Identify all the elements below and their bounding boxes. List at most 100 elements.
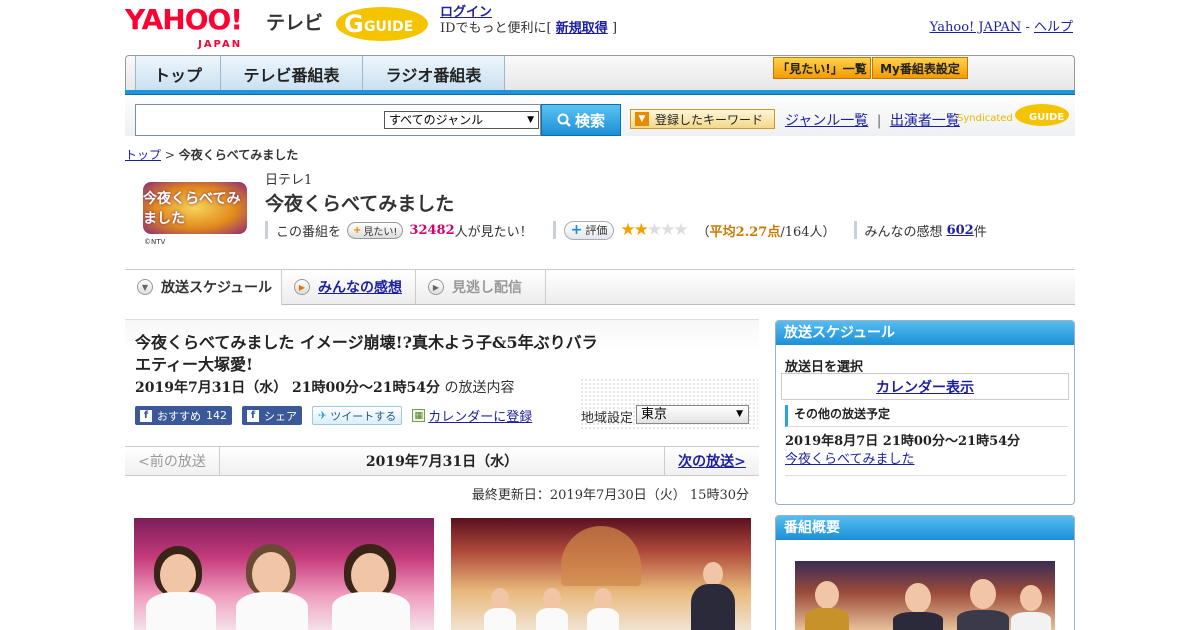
g-guide-logo[interactable]: G GUIDE bbox=[334, 4, 430, 42]
dropdown-arrow-icon: ▼ bbox=[527, 115, 534, 125]
breadcrumb-separator: > bbox=[164, 148, 175, 162]
login-link[interactable]: ログイン bbox=[440, 5, 492, 20]
photo-figure bbox=[691, 584, 735, 630]
dropdown-arrow-icon: ▼ bbox=[736, 409, 743, 419]
star-filled-icon: ★ bbox=[620, 220, 635, 240]
dropdown-triangle-icon: ▼ bbox=[635, 112, 649, 126]
evaluate-button[interactable]: + 評価 bbox=[563, 220, 615, 240]
header-separator: - bbox=[1025, 20, 1030, 35]
yahoo-japan-logo[interactable]: YAHOO! JAPAN bbox=[125, 6, 243, 59]
region-select[interactable]: 東京 ▼ bbox=[636, 405, 749, 424]
facebook-share-label: シェア bbox=[264, 409, 297, 423]
facebook-icon: f bbox=[247, 409, 259, 422]
nav-tab-tv-schedule[interactable]: テレビ番組表 bbox=[221, 56, 363, 91]
program-summary-photo bbox=[795, 561, 1055, 630]
sidebar-schedule-header: 放送スケジュール bbox=[776, 321, 1074, 345]
program-subtabs: ▼ 放送スケジュール ▶ みんなの感想 ▶ 見逃し配信 bbox=[125, 269, 1075, 306]
facebook-share-button[interactable]: f シェア bbox=[242, 406, 302, 425]
calendar-view-container: カレンダー表示 bbox=[781, 373, 1069, 400]
broadcast-navigation: <前の放送 2019年7月31日（水） 次の放送> bbox=[125, 446, 759, 476]
registered-keywords-button[interactable]: ▼ 登録したキーワード bbox=[630, 109, 775, 129]
breadcrumb: トップ > 今夜くらべてみました bbox=[125, 146, 298, 163]
previous-broadcast-link: <前の放送 bbox=[125, 447, 220, 475]
cast-list-link[interactable]: 出演者一覧 bbox=[890, 113, 960, 129]
nav-tab-radio-schedule[interactable]: ラジオ番組表 bbox=[363, 56, 505, 91]
mitai-list-button[interactable]: 「見たい!」一覧 bbox=[773, 57, 871, 79]
genre-select[interactable]: すべてのジャンル ▼ bbox=[384, 111, 539, 129]
star-empty-icon: ★ bbox=[660, 220, 675, 240]
stats-divider bbox=[853, 221, 857, 239]
photo-figure bbox=[587, 608, 619, 630]
region-label: 地域設定 bbox=[581, 411, 634, 426]
tab-missed-streaming: ▶ 見逃し配信 bbox=[416, 270, 546, 304]
login-area: ログイン IDでもっと便利に[ 新規取得 ] bbox=[440, 5, 617, 37]
calendar-register-link[interactable]: ▦ カレンダーに登録 bbox=[412, 406, 532, 425]
calendar-register-label: カレンダーに登録 bbox=[428, 410, 533, 425]
stats-divider bbox=[265, 221, 268, 239]
mitai-prefix: この番組を bbox=[276, 224, 342, 240]
other-schedule-title-link[interactable]: 今夜くらべてみました bbox=[785, 448, 914, 467]
registered-keywords-label: 登録したキーワード bbox=[655, 112, 764, 127]
breadcrumb-home-link[interactable]: トップ bbox=[125, 148, 161, 162]
my-schedule-settings-button[interactable]: My番組表設定 bbox=[872, 57, 968, 79]
tv-logo[interactable]: テレビ bbox=[266, 8, 323, 35]
header-links: Yahoo! JAPAN - ヘルプ bbox=[930, 16, 1073, 35]
facebook-recommend-button[interactable]: f おすすめ 142 bbox=[135, 406, 232, 425]
search-button[interactable]: 検索 bbox=[541, 104, 621, 136]
rating-average: 平均2.27点 bbox=[709, 224, 781, 240]
tab-broadcast-schedule[interactable]: ▼ 放送スケジュール bbox=[125, 270, 282, 306]
tab-missed-streaming-label: 見逃し配信 bbox=[452, 280, 522, 296]
register-link[interactable]: 新規取得 bbox=[556, 21, 608, 36]
photo-figure bbox=[1020, 585, 1042, 611]
syndicated-brand: GUIDE bbox=[1029, 112, 1064, 123]
other-schedule-label: その他の放送予定 bbox=[785, 405, 1068, 427]
photo-figure bbox=[957, 610, 1009, 630]
nav-accent-bar bbox=[125, 90, 1075, 95]
main-navigation: トップ テレビ番組表 ラジオ番組表 「見たい!」一覧 My番組表設定 bbox=[125, 55, 1075, 95]
program-copyright: ©NTV bbox=[144, 238, 166, 246]
mitai-suffix: 人が見たい！ bbox=[454, 224, 533, 240]
episode-datetime: 2019年7月31日（水） 21時00分～21時54分 の放送内容 bbox=[135, 377, 514, 397]
syndicated-g-guide-logo: Syndicated GUIDE bbox=[957, 104, 1069, 126]
nav-tab-top[interactable]: トップ bbox=[135, 56, 221, 91]
genre-list-link[interactable]: ジャンル一覧 bbox=[785, 113, 868, 129]
evaluate-button-label: 評価 bbox=[585, 224, 608, 237]
program-logo-image: 今夜くらべてみました bbox=[143, 182, 247, 234]
photo-figure bbox=[252, 552, 290, 596]
facebook-recommend-label: おすすめ bbox=[157, 409, 201, 423]
photo-figure bbox=[594, 588, 612, 610]
breadcrumb-current: 今夜くらべてみました bbox=[178, 148, 299, 162]
facebook-icon: f bbox=[140, 409, 152, 422]
photo-figure bbox=[805, 608, 849, 630]
photo-figure bbox=[1011, 612, 1051, 630]
photo-figure bbox=[543, 588, 561, 610]
search-button-label: 検索 bbox=[574, 111, 605, 130]
next-broadcast-link[interactable]: 次の放送> bbox=[678, 451, 746, 471]
link-separator: | bbox=[876, 113, 882, 129]
genre-select-value: すべてのジャンル bbox=[389, 113, 484, 127]
tweet-button[interactable]: ✈ ツイートする bbox=[312, 406, 403, 425]
program-stats: この番組を + 見たい! 32482 人が見たい！ + 評価 ★★★★★ （平均2.… bbox=[265, 220, 987, 240]
photo-figure bbox=[236, 592, 308, 630]
tab-impressions-label: みんなの感想 bbox=[318, 280, 402, 296]
photo-figure bbox=[332, 592, 410, 630]
mitai-button[interactable]: + 見たい! bbox=[347, 221, 404, 239]
star-filled-icon: ★ bbox=[633, 220, 649, 240]
tab-impressions[interactable]: ▶ みんなの感想 bbox=[282, 270, 416, 304]
rating-count: /164人） bbox=[780, 224, 836, 240]
twitter-bird-icon: ✈ bbox=[318, 409, 328, 422]
calendar-view-link[interactable]: カレンダー表示 bbox=[876, 377, 974, 397]
program-title: 今夜くらべてみました bbox=[265, 193, 455, 215]
chevron-right-icon: ▶ bbox=[428, 279, 444, 295]
help-link[interactable]: ヘルプ bbox=[1034, 20, 1073, 35]
photo-figure bbox=[491, 588, 509, 610]
program-logo-text: 今夜くらべてみました bbox=[143, 191, 241, 227]
facebook-recommend-count: 142 bbox=[206, 409, 227, 422]
photo-figure bbox=[815, 581, 839, 609]
calendar-icon: ▦ bbox=[412, 409, 426, 422]
rating-open-paren: （ bbox=[696, 224, 710, 240]
yahoo-japan-link[interactable]: Yahoo! JAPAN bbox=[930, 20, 1022, 35]
tab-broadcast-schedule-label: 放送スケジュール bbox=[161, 280, 273, 296]
impressions-count-link[interactable]: 602 bbox=[947, 223, 974, 238]
tweet-label: ツイートする bbox=[330, 409, 397, 423]
